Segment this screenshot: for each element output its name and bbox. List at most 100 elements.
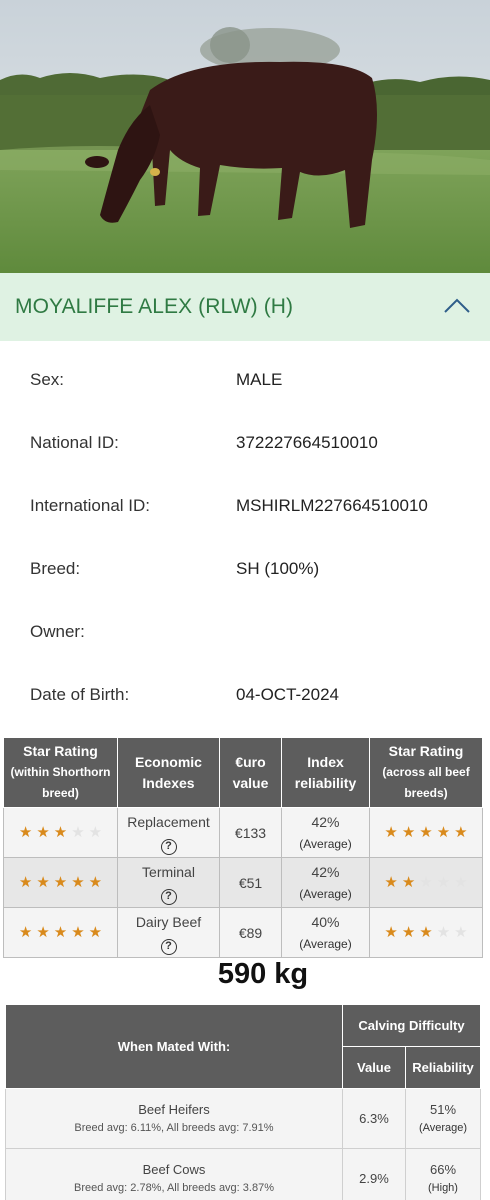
star-rating: ★ ★ ★ ★ ★ [372,822,480,844]
star-filled-icon: ★ [454,823,468,841]
detail-row-sex: Sex: MALE [0,370,490,400]
star-rating: ★ ★ ★ ★ ★ [6,822,115,844]
detail-value: 372227664510010 [236,433,378,452]
header-reliability: Reliability [405,1046,481,1089]
star-filled-icon: ★ [88,923,103,941]
star-filled-icon: ★ [71,873,85,891]
star-empty-icon: ★ [88,823,103,841]
star-rating-across-cell: ★ ★ ★ ★ ★ [369,807,483,858]
detail-value: MALE [236,370,283,389]
euro-value: €51 [219,857,282,908]
star-filled-icon: ★ [18,823,33,841]
header-calving-difficulty: Calving Difficulty [342,1004,481,1047]
detail-label: Sex: [30,370,65,389]
detail-label: International ID: [30,496,151,515]
star-rating-within-cell: ★ ★ ★ ★ ★ [3,807,118,858]
star-filled-icon: ★ [18,873,33,891]
index-name: Terminal [142,863,195,880]
animal-name: MOYALIFFE ALEX (RLW) (H) [15,295,294,318]
index-name-cell: Replacement ? [117,807,220,858]
star-empty-icon: ★ [436,873,451,891]
calving-difficulty-table: When Mated With: Calving Difficulty Valu… [5,1004,481,1200]
detail-row-owner: Owner: [0,622,490,652]
reliability-value: 42% [311,813,340,830]
table-row: Beef Heifers Breed avg: 6.11%, All breed… [5,1088,481,1149]
header-when-mated-with: When Mated With: [5,1004,343,1089]
star-filled-icon: ★ [401,873,416,891]
star-filled-icon: ★ [88,873,103,891]
reliability-cell: 42% (Average) [281,857,370,908]
star-empty-icon: ★ [71,823,85,841]
star-rating-within-cell: ★ ★ ★ ★ ★ [3,907,118,958]
star-filled-icon: ★ [436,823,451,841]
star-filled-icon: ★ [53,923,68,941]
star-filled-icon: ★ [384,823,398,841]
euro-value: €89 [219,907,282,958]
index-name: Dairy Beef [135,913,202,930]
calving-reliability-cell: 51% (Average) [405,1088,481,1149]
collapse-chevron-up-icon[interactable] [442,293,472,319]
detail-label: Breed: [30,559,81,578]
reliability-level: (Average) [299,836,352,851]
detail-row-international-id: International ID: MSHIRLM227664510010 [0,496,490,526]
star-rating-across-cell: ★ ★ ★ ★ ★ [369,907,483,958]
calving-reliability-level: (Average) [418,1121,468,1134]
star-filled-icon: ★ [401,823,416,841]
detail-row-breed: Breed: SH (100%) [0,559,490,589]
star-empty-icon: ★ [454,923,468,941]
detail-label: National ID: [30,433,119,452]
breed-average: Breed avg: 2.78%, All breeds avg: 3.87% [74,1181,274,1194]
index-name: Replacement [127,813,210,830]
star-empty-icon: ★ [419,873,433,891]
calving-reliability-value: 66% [429,1161,457,1177]
calving-reliability-value: 51% [429,1101,457,1117]
animal-name-header[interactable]: MOYALIFFE ALEX (RLW) (H) [0,273,490,341]
table-header-row: Star Rating (within Shorthorn breed) Eco… [3,737,483,808]
calving-value: 6.3% [342,1088,406,1149]
star-filled-icon: ★ [419,923,433,941]
reliability-cell: 42% (Average) [281,807,370,858]
mated-with-cell: Beef Heifers Breed avg: 6.11%, All breed… [5,1088,343,1149]
reliability-level: (Average) [299,936,352,951]
table-row: Beef Cows Breed avg: 2.78%, All breeds a… [5,1148,481,1200]
star-rating-within-cell: ★ ★ ★ ★ ★ [3,857,118,908]
detail-value: 04-OCT-2024 [236,685,339,704]
star-filled-icon: ★ [36,923,50,941]
index-name-cell: Terminal ? [117,857,220,908]
star-rating-across-cell: ★ ★ ★ ★ ★ [369,857,483,908]
mated-group: Beef Cows [142,1161,206,1177]
star-filled-icon: ★ [384,923,398,941]
star-filled-icon: ★ [53,873,68,891]
star-empty-icon: ★ [436,923,451,941]
star-rating: ★ ★ ★ ★ ★ [6,922,115,944]
breed-average: Breed avg: 6.11%, All breeds avg: 7.91% [74,1121,274,1134]
detail-value: MSHIRLM227664510010 [236,496,428,515]
star-filled-icon: ★ [36,873,50,891]
table-row: ★ ★ ★ ★ ★ Replacement ? €133 42% (Average) ★… [3,807,483,858]
euro-value: €133 [219,807,282,858]
calving-reliability-level: (High) [428,1181,458,1194]
reliability-value: 42% [311,863,340,880]
star-filled-icon: ★ [401,923,416,941]
star-filled-icon: ★ [71,923,85,941]
animal-photo [0,0,490,273]
star-filled-icon: ★ [18,923,33,941]
header-star-rating-within: Star Rating (within Shorthorn breed) [3,737,118,808]
star-rating: ★ ★ ★ ★ ★ [6,872,115,894]
header-index-reliability: Index reliability [281,737,370,808]
animal-weight: 590 kg [217,958,309,990]
help-question-icon[interactable]: ? [160,938,177,955]
star-rating: ★ ★ ★ ★ ★ [372,922,480,944]
help-question-icon[interactable]: ? [160,888,177,905]
detail-label: Owner: [30,622,85,641]
mated-group: Beef Heifers [138,1101,210,1117]
help-question-icon[interactable]: ? [160,838,177,855]
star-filled-icon: ★ [53,823,68,841]
star-filled-icon: ★ [384,873,398,891]
calving-reliability-cell: 66% (High) [405,1148,481,1200]
economic-index-table: Star Rating (within Shorthorn breed) Eco… [3,737,483,958]
star-filled-icon: ★ [36,823,50,841]
header-economic-indexes: Economic Indexes [117,737,220,808]
reliability-level: (Average) [299,886,352,901]
detail-label: Date of Birth: [30,685,130,704]
